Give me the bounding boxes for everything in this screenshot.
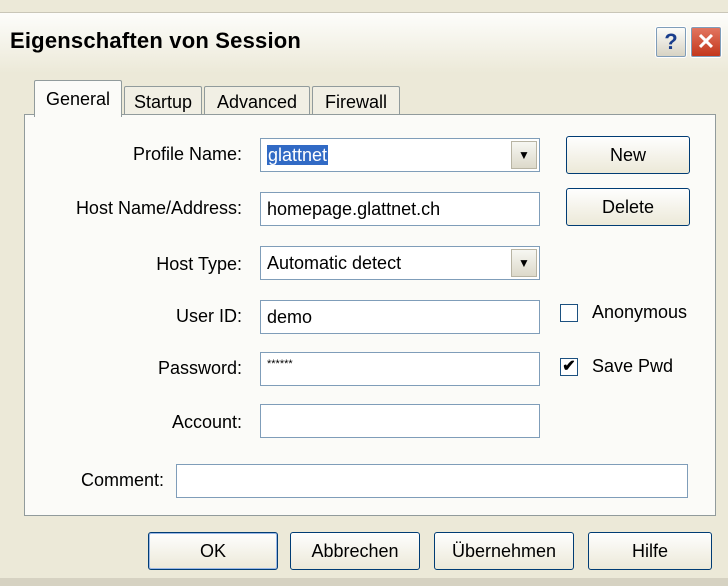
chevron-down-icon[interactable]: ▼ [511, 141, 537, 169]
anonymous-checkbox[interactable] [560, 304, 578, 322]
host-type-value: Automatic detect [267, 253, 402, 273]
profile-name-combobox[interactable]: glattnet ▼ [260, 138, 540, 172]
properties-dialog: Eigenschaften von Session ? ✕ General St… [0, 0, 728, 586]
apply-button[interactable]: Übernehmen [434, 532, 574, 570]
tab-startup[interactable]: Startup [124, 86, 202, 117]
user-id-label: User ID: [175, 306, 242, 326]
save-pwd-checkbox[interactable]: ✔ [560, 358, 578, 376]
tab-general[interactable]: General [34, 80, 122, 117]
window-title: Eigenschaften von Session [10, 28, 302, 53]
profile-name-value: glattnet [267, 145, 329, 165]
delete-button[interactable]: Delete [566, 188, 690, 226]
comment-label: Comment: [80, 470, 164, 490]
save-pwd-label: Save Pwd [592, 356, 674, 376]
chevron-down-icon[interactable]: ▼ [511, 249, 537, 277]
profile-name-label: Profile Name: [132, 144, 242, 164]
tab-advanced[interactable]: Advanced [204, 86, 310, 117]
host-name-label: Host Name/Address: [75, 198, 242, 218]
host-type-select[interactable]: Automatic detect ▼ [260, 246, 540, 280]
host-type-label: Host Type: [156, 254, 242, 274]
window-bottom-edge [0, 578, 728, 586]
password-field[interactable]: ****** [260, 352, 540, 386]
comment-field[interactable] [176, 464, 688, 498]
anonymous-label: Anonymous [592, 302, 688, 322]
ok-button[interactable]: OK [148, 532, 278, 570]
account-label: Account: [171, 412, 242, 432]
password-label: Password: [157, 358, 242, 378]
tab-firewall[interactable]: Firewall [312, 86, 400, 117]
help-button[interactable]: Hilfe [588, 532, 712, 570]
close-icon[interactable]: ✕ [690, 26, 722, 58]
new-button[interactable]: New [566, 136, 690, 174]
account-field[interactable] [260, 404, 540, 438]
help-icon[interactable]: ? [655, 26, 687, 58]
user-id-field[interactable]: demo [260, 300, 540, 334]
cancel-button[interactable]: Abbrechen [290, 532, 420, 570]
host-name-field[interactable]: homepage.glattnet.ch [260, 192, 540, 226]
